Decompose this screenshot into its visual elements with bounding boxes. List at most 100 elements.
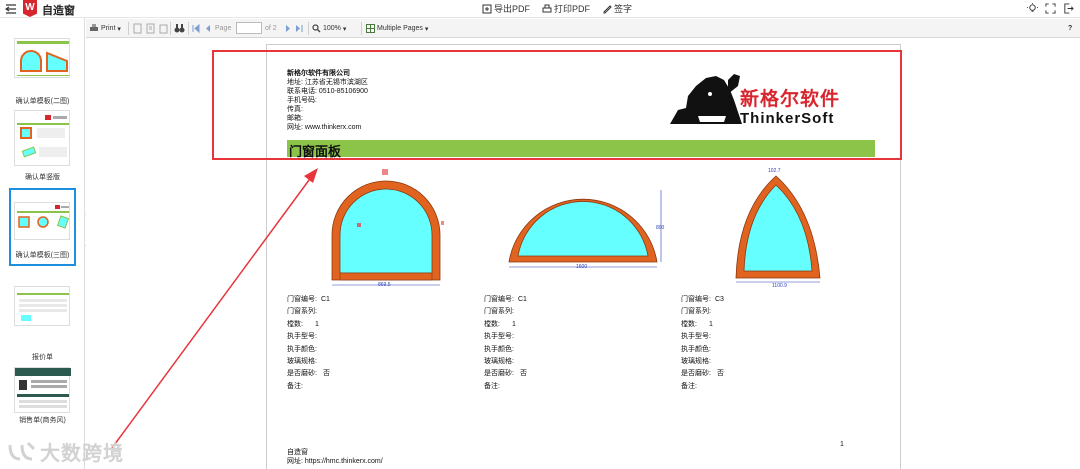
sidebar-item-template-vertical[interactable]: 确认单竖版 <box>0 106 85 188</box>
spec-label: 执手型号: <box>484 333 514 341</box>
previous-page-icon[interactable] <box>203 23 212 34</box>
top-right-icons <box>1027 3 1074 14</box>
window-drawing-3 <box>735 175 821 283</box>
watermark: 大数跨境 <box>8 437 124 466</box>
sidebar-item-template-three[interactable]: 确认单模板(三图) <box>0 188 85 278</box>
binoculars-icon[interactable] <box>174 23 185 34</box>
back-icon[interactable] <box>5 3 17 15</box>
spec-label: 备注: <box>681 382 697 390</box>
spec-label: 是否磨砂: <box>287 370 317 378</box>
print-pdf-button[interactable]: 打印PDF <box>542 2 590 15</box>
spec-label: 门窗系列: <box>287 308 317 316</box>
copy-icon[interactable] <box>146 23 155 34</box>
export-document-icon[interactable] <box>133 23 142 34</box>
magnifier-icon <box>312 24 321 33</box>
sidebar-item-label: 销售单(商务风) <box>19 417 66 424</box>
printer-icon <box>90 24 98 31</box>
page-number: 1 <box>840 441 844 448</box>
document-footer: 自造窗 网址: https://hmc.thinkerx.com/ <box>287 448 383 466</box>
print-pdf-label: 打印PDF <box>554 4 591 14</box>
footer-url: 网址: https://hmc.thinkerx.com/ <box>287 458 383 465</box>
export-pdf-button[interactable]: 导出PDF <box>482 2 530 15</box>
logout-icon[interactable] <box>1063 3 1074 14</box>
sidebar-item-label: 确认单竖版 <box>25 174 60 181</box>
dimension-label: 869.5 <box>378 282 391 288</box>
window-drawing-2 <box>508 190 662 268</box>
pen-icon <box>603 4 612 13</box>
sign-button[interactable]: 签字 <box>602 2 632 15</box>
spec-label: 执手型号: <box>287 333 317 341</box>
divider <box>188 22 189 35</box>
spec-label: 执手颜色: <box>681 345 711 353</box>
footer-brand: 自造窗 <box>287 449 308 456</box>
spec-value: C1 <box>517 296 527 303</box>
spec-value: 1 <box>511 320 516 328</box>
watermark-logo-icon <box>8 441 36 460</box>
spec-label: 门窗系列: <box>681 308 711 316</box>
app-topbar: W 自造窗 导出PDF 打印PDF 签字 <box>0 0 1080 18</box>
dimension-label: 1100.9 <box>772 283 787 289</box>
zoom-value: 100% <box>323 25 341 32</box>
template-sidebar: 确认单模板(二图) 确认单竖版 确认单模板(三图) 报价单 销售单(商务风) <box>0 18 85 469</box>
divider <box>361 22 362 35</box>
spec-value: C3 <box>714 296 724 303</box>
next-page-icon[interactable] <box>284 23 293 34</box>
window-specs-1: 门窗编号: C1 门窗系列: 樘数: 1 执手型号: 执手颜色: 玻璃规格: 是否磨… <box>287 294 330 393</box>
last-page-icon[interactable] <box>295 23 304 34</box>
chevron-down-icon: ▾ <box>117 25 121 33</box>
grid-icon <box>366 24 375 33</box>
print-menu[interactable]: Print ▾ <box>89 23 121 34</box>
spec-label: 玻璃规格: <box>681 357 711 365</box>
page-count: of 2 <box>265 25 277 32</box>
spec-label: 执手颜色: <box>287 345 317 353</box>
sidebar-item-label: 确认单模板(三图) <box>15 252 70 259</box>
spec-value: C1 <box>320 296 330 303</box>
sidebar-item-label: 报价单 <box>32 354 53 361</box>
spec-value: 1 <box>314 320 319 328</box>
spec-label: 是否磨砂: <box>681 370 711 378</box>
zoom-menu[interactable]: 100% ▾ <box>312 23 346 34</box>
chevron-down-icon: ▾ <box>424 25 429 33</box>
spec-label: 樘数: <box>484 320 500 328</box>
divider <box>308 22 309 35</box>
help-button[interactable]: ? <box>1068 23 1072 34</box>
thumbnail <box>14 38 70 78</box>
thumbnail <box>14 110 70 166</box>
thumbnail <box>14 202 70 240</box>
fullscreen-icon[interactable] <box>1045 3 1056 14</box>
lightbulb-icon[interactable] <box>1027 3 1038 14</box>
sidebar-item-quotation[interactable]: 报价单 <box>0 280 85 365</box>
spec-label: 门窗系列: <box>484 308 514 316</box>
sign-label: 签字 <box>614 4 633 14</box>
printer-icon <box>542 4 552 12</box>
dimension-label: 800 <box>656 225 665 231</box>
top-actions: 导出PDF 打印PDF 签字 <box>482 2 632 15</box>
first-page-icon[interactable] <box>191 23 200 34</box>
spec-value: 1 <box>708 320 713 328</box>
page-number-input[interactable] <box>236 22 262 34</box>
page-layout-menu[interactable]: Multiple Pages ▾ <box>366 23 428 34</box>
window-specs-3: 门窗编号: C3 门窗系列: 樘数: 1 执手型号: 执手颜色: 玻璃规格: 是否磨… <box>681 294 724 393</box>
paste-icon[interactable] <box>159 23 168 34</box>
spec-label: 玻璃规格: <box>287 357 317 365</box>
thumbnail <box>14 286 70 326</box>
divider <box>128 22 129 35</box>
divider <box>170 22 171 35</box>
annotation-highlight-box <box>212 50 902 160</box>
spec-label: 门窗编号: <box>681 296 711 303</box>
spec-label: 樘数: <box>681 320 697 328</box>
dimension-label: 102.7 <box>768 168 781 174</box>
spec-label: 玻璃规格: <box>484 357 514 365</box>
spec-label: 执手颜色: <box>484 345 514 353</box>
export-icon <box>482 4 492 13</box>
spec-label: 备注: <box>287 382 303 390</box>
layout-value: Multiple Pages <box>377 25 423 32</box>
spec-label: 备注: <box>484 382 500 390</box>
spec-label: 执手型号: <box>681 333 711 341</box>
window-drawing-1 <box>331 169 444 286</box>
spec-value: 否 <box>519 370 527 378</box>
export-pdf-label: 导出PDF <box>494 4 531 14</box>
viewer-toolbar: Print ▾ Page of 2 100% ▾ Multiple Pages … <box>86 19 1080 38</box>
window-specs-2: 门窗编号: C1 门窗系列: 樘数: 1 执手型号: 执手颜色: 玻璃规格: 是否磨… <box>484 294 527 393</box>
sidebar-item-template-two[interactable]: 确认单模板(二图) <box>0 28 85 105</box>
